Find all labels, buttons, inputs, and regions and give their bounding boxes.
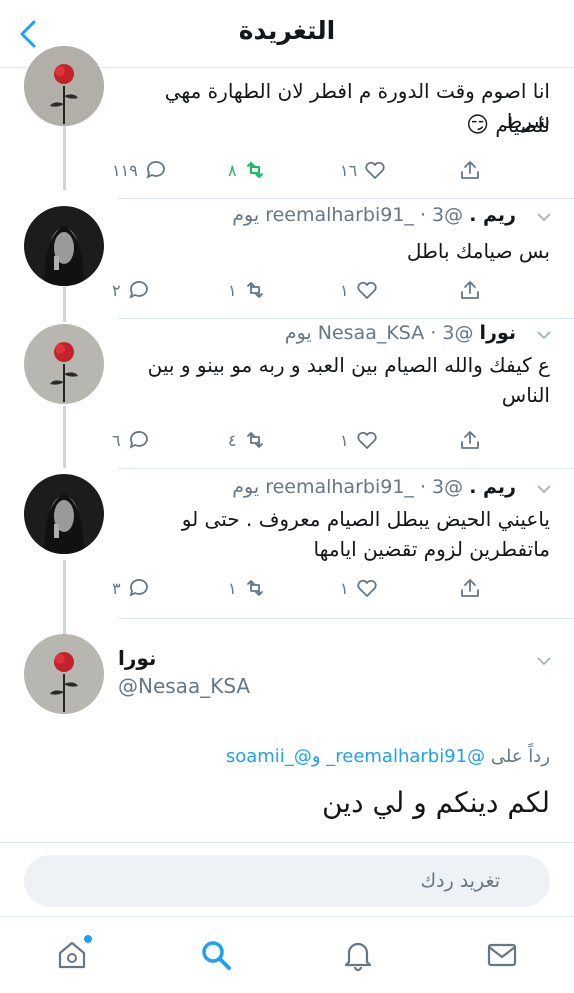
rose-avatar-icon xyxy=(24,324,104,404)
tweet-text: ياعيني الحيض يبطل الصيام معروف . حتى لو … xyxy=(181,507,550,561)
divider xyxy=(118,318,574,319)
bottom-tab-bar xyxy=(0,916,574,993)
like-count: ١٦ xyxy=(340,160,358,180)
chevron-down-icon[interactable] xyxy=(536,484,552,494)
smirk-emoji-icon: 😏 xyxy=(466,113,490,138)
reply-icon xyxy=(129,431,148,449)
page-title: التغريدة xyxy=(238,16,336,45)
display-name[interactable]: نورا xyxy=(480,322,517,344)
display-name[interactable]: نورا xyxy=(118,646,156,670)
notification-dot xyxy=(84,935,92,943)
reply-button[interactable]: ٦ xyxy=(112,426,151,454)
chevron-down-icon[interactable] xyxy=(536,656,552,666)
retweet-icon xyxy=(246,432,263,448)
share-icon xyxy=(461,161,479,179)
retweet-icon xyxy=(246,580,263,596)
retweet-icon xyxy=(246,162,263,178)
heart-icon xyxy=(357,281,377,299)
divider xyxy=(118,468,574,469)
like-count: ١ xyxy=(340,280,349,300)
heart-icon xyxy=(365,161,385,179)
search-icon xyxy=(202,941,231,970)
reply-bar xyxy=(0,842,574,916)
tweet-actions: ١١٩ ٨ ١٦ xyxy=(0,156,574,184)
tab-home[interactable] xyxy=(54,935,92,973)
heart-icon xyxy=(357,579,377,597)
share-button[interactable] xyxy=(458,156,482,184)
tab-notifications[interactable] xyxy=(340,937,376,973)
replying-prefix: رداً على xyxy=(490,746,550,767)
tweet-meta: ريم . @reemalharbi91_ · 3 يوم xyxy=(232,476,516,498)
reply-count: ١١٩ xyxy=(112,160,138,180)
reply-input[interactable] xyxy=(24,855,550,907)
tweet-text: ع كيفك والله الصيام بين العبد و ربه مو ب… xyxy=(147,353,550,407)
reply-count: ٣ xyxy=(112,578,121,598)
retweet-button[interactable]: ١ xyxy=(228,574,267,602)
retweet-icon xyxy=(246,282,263,298)
share-icon xyxy=(461,431,479,449)
reply-icon xyxy=(129,281,148,299)
display-name[interactable]: ريم . xyxy=(469,204,516,226)
tweet-actions: ٢ ١ ١ xyxy=(0,276,574,304)
tweet-text: بس صيامك باطل xyxy=(406,239,550,263)
tab-search[interactable] xyxy=(198,937,234,973)
divider xyxy=(118,198,574,199)
reply-count: ٢ xyxy=(112,280,121,300)
share-icon xyxy=(461,281,479,299)
tweet-meta: ريم . @reemalharbi91_ · 3 يوم xyxy=(232,204,516,226)
share-button[interactable] xyxy=(458,276,482,304)
retweet-count: ٨ xyxy=(228,160,237,180)
like-button[interactable]: ١ xyxy=(340,574,379,602)
tweet-text-line2: للصيام 😏 xyxy=(120,110,550,141)
replying-to: رداً على @reemalharbi91_ و@_soamii xyxy=(226,746,550,767)
reply-button[interactable]: ٢ xyxy=(112,276,151,304)
reply-button[interactable]: ٣ xyxy=(112,574,151,602)
home-icon xyxy=(58,941,86,969)
share-icon xyxy=(461,579,479,597)
retweet-count: ١ xyxy=(228,280,237,300)
like-button[interactable]: ١٦ xyxy=(340,156,387,184)
replying-to-users[interactable]: @reemalharbi91_ و@_soamii xyxy=(226,746,485,767)
reply-icon xyxy=(146,161,165,179)
rose-avatar-icon xyxy=(24,634,104,714)
chevron-down-icon[interactable] xyxy=(536,212,552,222)
tweet-text: للصيام xyxy=(495,113,550,137)
like-button[interactable]: ١ xyxy=(340,426,379,454)
display-name[interactable]: ريم . xyxy=(469,476,516,498)
like-button[interactable]: ١ xyxy=(340,276,379,304)
like-count: ١ xyxy=(340,578,349,598)
user-handle[interactable]: @Nesaa_KSA xyxy=(118,674,250,698)
share-button[interactable] xyxy=(458,426,482,454)
rose-avatar-icon xyxy=(24,46,104,126)
retweet-button[interactable]: ٨ xyxy=(228,156,267,184)
avatar[interactable] xyxy=(24,324,104,404)
avatar[interactable] xyxy=(24,474,104,554)
avatar[interactable] xyxy=(24,46,104,126)
reply-icon xyxy=(129,579,148,597)
share-button[interactable] xyxy=(458,574,482,602)
retweet-count: ٤ xyxy=(228,430,237,450)
like-count: ١ xyxy=(340,430,349,450)
chevron-down-icon[interactable] xyxy=(536,330,552,340)
divider xyxy=(118,618,574,619)
reply-button[interactable]: ١١٩ xyxy=(112,156,168,184)
tweet-actions: ٣ ١ ١ xyxy=(0,574,574,602)
heart-icon xyxy=(357,431,377,449)
tweet-meta: نورا @Nesaa_KSA · 3 يوم xyxy=(284,322,517,344)
avatar[interactable] xyxy=(24,634,104,714)
reply-count: ٦ xyxy=(112,430,121,450)
retweet-count: ١ xyxy=(228,578,237,598)
reply-box[interactable] xyxy=(24,855,550,907)
avatar[interactable] xyxy=(24,206,104,286)
bell-icon xyxy=(344,942,372,972)
tweet-actions: ٦ ٤ ١ xyxy=(0,426,574,454)
girl-avatar-icon xyxy=(24,206,104,286)
girl-avatar-icon xyxy=(24,474,104,554)
envelope-icon xyxy=(487,943,517,967)
retweet-button[interactable]: ١ xyxy=(228,276,267,304)
retweet-button[interactable]: ٤ xyxy=(228,426,267,454)
tab-messages[interactable] xyxy=(484,937,520,973)
main-tweet-text: لكم دينكم و لي دين xyxy=(321,786,550,819)
